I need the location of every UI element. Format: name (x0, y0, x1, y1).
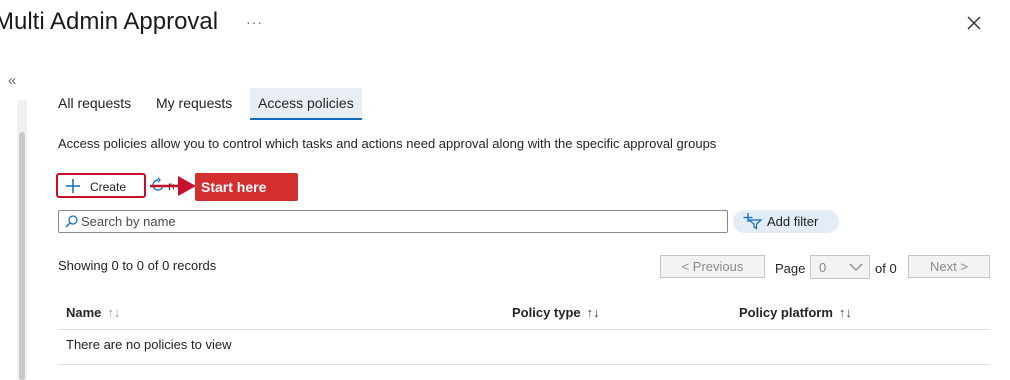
previous-page-button[interactable]: < Previous (660, 255, 765, 278)
arrow-annotation-icon (150, 176, 196, 196)
table-header: Name ↑↓ Policy type ↑↓ Policy platform ↑↓ (58, 296, 990, 330)
create-button-label: Create (90, 180, 127, 194)
sort-icon: ↑↓ (838, 305, 852, 320)
tab-access-policies[interactable]: Access policies (250, 88, 362, 120)
next-page-button[interactable]: Next > (908, 255, 990, 278)
add-filter-label: Add filter (767, 214, 819, 229)
collapse-nav-icon[interactable]: « (8, 72, 16, 89)
empty-state-text: There are no policies to view (66, 337, 232, 352)
add-filter-button[interactable]: Add filter (733, 210, 839, 233)
page-title: Multi Admin Approval (0, 8, 219, 35)
column-header-label: Policy platform (739, 305, 833, 320)
page-select[interactable]: 0 (810, 255, 870, 279)
scrollbar-thumb[interactable] (19, 132, 25, 380)
column-header-policy-platform[interactable]: Policy platform ↑↓ (739, 305, 852, 320)
sort-icon: ↑↓ (586, 305, 600, 320)
column-header-label: Policy type (512, 305, 581, 320)
tab-all-requests[interactable]: All requests (58, 88, 131, 120)
chevron-down-icon (849, 263, 863, 271)
close-icon (967, 16, 981, 30)
more-options-icon[interactable]: ··· (246, 14, 263, 30)
page-select-value: 0 (819, 260, 827, 275)
page-label: Page (775, 261, 806, 276)
page-total: of 0 (875, 261, 897, 276)
close-button[interactable] (963, 12, 985, 34)
plus-icon (66, 179, 80, 193)
tab-my-requests[interactable]: My requests (156, 88, 232, 120)
search-icon (65, 215, 78, 228)
records-count: Showing 0 to 0 of 0 records (58, 258, 217, 273)
column-header-label: Name (66, 305, 102, 320)
create-button[interactable]: Create (56, 173, 146, 198)
page-description: Access policies allow you to control whi… (58, 136, 717, 151)
start-here-callout: Start here (195, 173, 298, 201)
column-header-policy-type[interactable]: Policy type ↑↓ (512, 305, 600, 320)
search-field[interactable] (58, 210, 728, 233)
add-filter-icon (743, 213, 763, 230)
column-header-name[interactable]: Name ↑↓ (66, 305, 120, 320)
search-input[interactable] (81, 212, 721, 231)
sort-icon: ↑↓ (107, 305, 121, 320)
table-row: There are no policies to view (58, 330, 990, 365)
